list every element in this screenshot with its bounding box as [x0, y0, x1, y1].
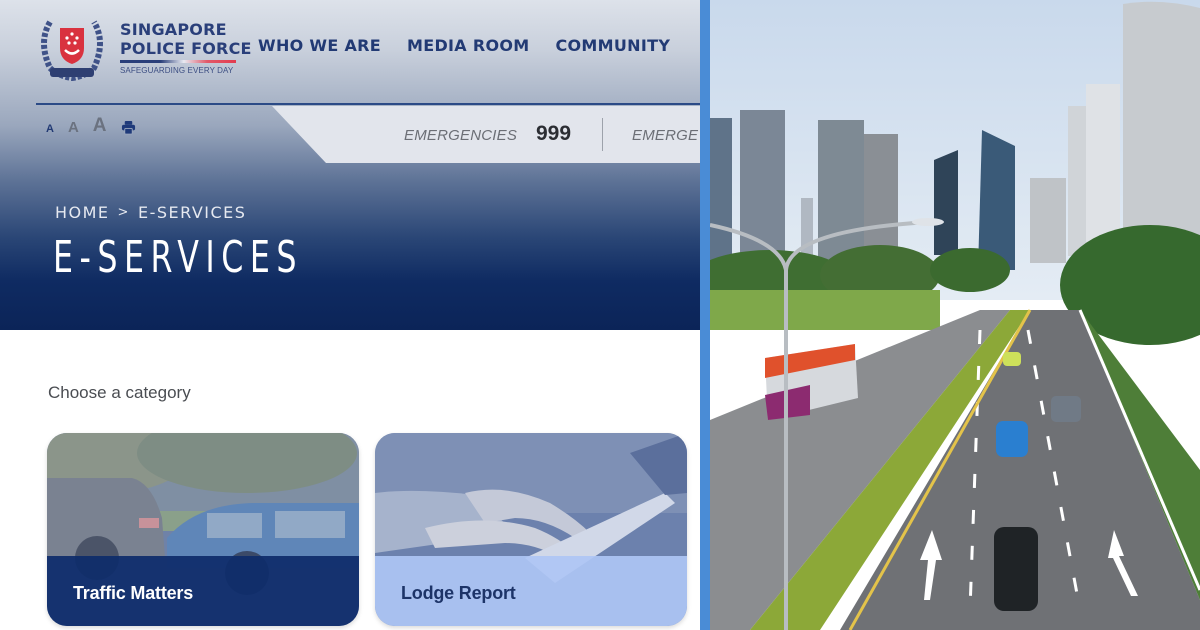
category-card-lodge-report[interactable]: Lodge Report: [375, 433, 687, 626]
emergency-divider: [602, 118, 603, 151]
panel-divider: [700, 0, 710, 630]
nav-community[interactable]: COMMUNITY: [555, 36, 670, 55]
brand-line1: SINGAPORE: [120, 20, 227, 39]
accessibility-tools: A A A: [46, 116, 136, 135]
grey-car: [1051, 396, 1081, 422]
card-label: Lodge Report: [401, 583, 516, 603]
emergency-bar: EMERGENCIES 999 EMERGE: [272, 106, 700, 163]
blue-taxi: [996, 421, 1028, 457]
black-car: [994, 527, 1038, 611]
category-card-traffic-matters[interactable]: Traffic Matters: [47, 433, 359, 626]
main-nav: WHO WE ARE MEDIA ROOM COMMUNITY: [258, 36, 670, 55]
breadcrumb-home[interactable]: HOME: [55, 203, 110, 222]
emergency-label: EMERGENCIES: [404, 127, 518, 144]
website-panel: SINGAPORE POLICE FORCE SAFEGUARDING EVER…: [0, 0, 700, 630]
brand-rule: [120, 60, 236, 63]
brand-tagline: SAFEGUARDING EVERY DAY: [120, 66, 234, 75]
emergency-label-2: EMERGE: [632, 127, 699, 144]
card-label: Traffic Matters: [73, 583, 194, 603]
category-prompt: Choose a category: [48, 383, 191, 402]
brand-wordmark[interactable]: SINGAPORE POLICE FORCE SAFEGUARDING EVER…: [120, 20, 252, 75]
brand-line2: POLICE FORCE: [120, 39, 252, 58]
printer-icon[interactable]: [121, 120, 136, 135]
font-size-large-button[interactable]: A: [93, 116, 107, 135]
font-size-small-button[interactable]: A: [46, 124, 54, 135]
breadcrumb-separator: >: [117, 205, 130, 220]
nav-who-we-are[interactable]: WHO WE ARE: [258, 36, 381, 55]
breadcrumb: HOME > E-SERVICES: [55, 203, 246, 222]
page-title: E-SERVICES: [53, 232, 303, 283]
page-header: SINGAPORE POLICE FORCE SAFEGUARDING EVER…: [0, 0, 700, 330]
font-size-medium-button[interactable]: A: [68, 120, 79, 135]
singapore-road-skyline-photo: [710, 0, 1200, 630]
nav-media-room[interactable]: MEDIA ROOM: [407, 36, 529, 55]
yellow-car: [1003, 352, 1021, 366]
breadcrumb-current: E-SERVICES: [137, 203, 247, 222]
police-crest-icon[interactable]: [36, 12, 108, 82]
header-rule: [36, 103, 700, 105]
emergency-number[interactable]: 999: [536, 122, 571, 146]
